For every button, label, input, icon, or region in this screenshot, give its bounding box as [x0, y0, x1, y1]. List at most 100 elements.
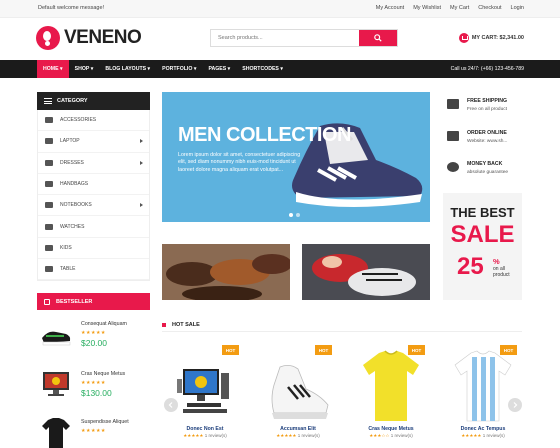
shirt-icon	[45, 117, 53, 124]
nav-label: PORTFOLIO	[162, 66, 193, 72]
sale-off-text: on all product	[493, 266, 510, 278]
slider-dots	[289, 213, 300, 217]
product-image	[42, 331, 71, 346]
nav-label: SHORTCODES	[242, 66, 279, 72]
laptop-icon	[45, 138, 53, 145]
coins-icon	[447, 162, 459, 172]
chevron-right-icon	[140, 203, 143, 208]
hero-slider[interactable]: MEN COLLECTION Lorem ipsum dolor sit ame…	[162, 92, 430, 222]
product-name[interactable]: Consequat Aliquam	[81, 321, 127, 327]
sneakers-image	[302, 244, 430, 300]
service-subtitle: absolute guarantee	[467, 170, 509, 175]
main-nav: HOME ▾ SHOP ▾ BLOG LAYOUTS ▾ PORTFOLIO ▾…	[0, 60, 560, 78]
category-item-table[interactable]: TABLE	[38, 259, 149, 281]
product-name[interactable]: Cras Neque Metus	[351, 426, 431, 432]
product-card[interactable]: HOT Donec Ac Tempus ★★★★★ 1 review(s)	[443, 343, 523, 440]
hot-badge: HOT	[222, 345, 239, 355]
service-title: FREE SHIPPING	[467, 98, 508, 104]
product-rating: ★★★★★ 1 review(s)	[258, 433, 338, 439]
rating-stars: ★★★★★	[276, 433, 297, 438]
logo[interactable]: VENENO	[36, 26, 142, 50]
nav-label: BLOG LAYOUTS	[105, 66, 147, 72]
bestseller-item[interactable]: Suspendisse Aliquet ★★★★★	[37, 416, 150, 448]
login-link[interactable]: Login	[511, 5, 524, 11]
search-box	[210, 29, 398, 47]
nav-label: PAGES	[208, 66, 227, 72]
tag-icon	[44, 298, 50, 305]
banner-title: MEN COLLECTION	[178, 124, 352, 146]
product-price: $130.00	[81, 388, 112, 398]
cart-icon	[458, 33, 469, 43]
category-panel: CATEGORY ACCESSORIES LAPTOP DRESSES HAND…	[37, 92, 150, 282]
product-rating: ★★★★★ 1 review(s)	[443, 433, 523, 439]
sale-line1: THE BEST	[450, 205, 515, 220]
hot-badge: HOT	[315, 345, 332, 355]
product-image	[177, 369, 229, 413]
category-item-watches[interactable]: WATCHES	[38, 216, 149, 238]
nav-item-blog-layouts[interactable]: BLOG LAYOUTS ▾	[99, 60, 156, 78]
my-account-link[interactable]: My Account	[376, 5, 404, 11]
search-button[interactable]	[359, 30, 397, 46]
product-card[interactable]: HOT Cras Neque Metus ★★★☆☆ 1 review(s)	[351, 343, 431, 440]
notebook-icon	[45, 202, 53, 209]
category-item-laptop[interactable]: LAPTOP	[38, 131, 149, 153]
service-free-shipping: FREE SHIPPING Free on all product	[442, 92, 522, 122]
category-label: TABLE	[60, 266, 76, 273]
bestseller-item[interactable]: Consequat Aliquam ★★★★★ $20.00	[37, 318, 150, 360]
handbag-icon	[45, 181, 53, 188]
review-count[interactable]: 1 review(s)	[298, 433, 320, 438]
nav-item-shop[interactable]: SHOP ▾	[69, 60, 100, 78]
category-title: CATEGORY	[57, 98, 88, 104]
review-count[interactable]: 1 review(s)	[205, 433, 227, 438]
nav-item-portfolio[interactable]: PORTFOLIO ▾	[156, 60, 202, 78]
service-order-online: ORDER ONLINE Website: www.sh...	[442, 124, 522, 154]
slider-dot[interactable]	[296, 213, 300, 217]
top-links: My Account My Wishlist My Cart Checkout …	[376, 5, 524, 11]
category-header: CATEGORY	[37, 92, 150, 110]
category-label: NOTEBOOKS	[60, 202, 92, 209]
kids-icon	[45, 244, 53, 251]
product-card[interactable]: HOT Donec Non Est ★★★★★ 1 review(s)	[165, 343, 245, 440]
rating-stars: ★★★★★	[81, 330, 106, 336]
call-us-text: Call us 24/7: (+66) 123-456-789	[450, 66, 524, 72]
hot-sale-divider	[162, 322, 522, 332]
service-title: ORDER ONLINE	[467, 130, 507, 136]
product-name[interactable]: Donec Ac Tempus	[443, 426, 523, 432]
table-icon	[45, 266, 53, 273]
cart-button[interactable]: MY CART: $2,341.00	[458, 33, 524, 43]
bestseller-item[interactable]: Cras Neque Metus ★★★★★ $130.00	[37, 368, 150, 410]
my-cart-link[interactable]: My Cart	[450, 5, 469, 11]
product-card[interactable]: HOT Accumsan Elit ★★★★★ 1 review(s)	[258, 343, 338, 440]
slider-dot[interactable]	[289, 213, 293, 217]
product-name[interactable]: Cras Neque Metus	[81, 371, 125, 377]
my-wishlist-link[interactable]: My Wishlist	[413, 5, 441, 11]
search-icon	[374, 34, 382, 42]
search-input[interactable]	[211, 30, 359, 46]
rating-stars: ★★★★★	[461, 433, 482, 438]
category-item-handbags[interactable]: HANDBAGS	[38, 174, 149, 196]
sale-line2: SALE	[450, 221, 515, 248]
product-price: $20.00	[81, 338, 107, 348]
product-name[interactable]: Donec Non Est	[165, 426, 245, 432]
nav-label: HOME	[43, 66, 59, 72]
review-count[interactable]: 1 review(s)	[391, 433, 413, 438]
product-image	[363, 350, 419, 421]
category-item-kids[interactable]: KIDS	[38, 238, 149, 260]
nav-item-pages[interactable]: PAGES ▾	[202, 60, 236, 78]
product-image	[271, 365, 329, 419]
laptop-icon	[447, 131, 459, 141]
sub-banner-sneakers[interactable]	[302, 244, 430, 300]
nav-item-home[interactable]: HOME ▾	[37, 60, 69, 78]
category-item-dresses[interactable]: DRESSES	[38, 153, 149, 174]
product-name[interactable]: Suspendisse Aliquet	[81, 419, 129, 425]
product-name[interactable]: Accumsan Elit	[258, 426, 338, 432]
checkout-link[interactable]: Checkout	[478, 5, 501, 11]
sale-banner[interactable]: THE BEST SALE 25 % on all product	[443, 193, 522, 300]
category-item-notebooks[interactable]: NOTEBOOKS	[38, 195, 149, 217]
sub-banner-shoes[interactable]	[162, 244, 290, 300]
category-item-accessories[interactable]: ACCESSORIES	[38, 110, 149, 132]
logo-text: VENENO	[64, 27, 142, 48]
review-count[interactable]: 1 review(s)	[483, 433, 505, 438]
service-subtitle: Website: www.sh...	[467, 139, 508, 144]
nav-item-shortcodes[interactable]: SHORTCODES ▾	[236, 60, 289, 78]
